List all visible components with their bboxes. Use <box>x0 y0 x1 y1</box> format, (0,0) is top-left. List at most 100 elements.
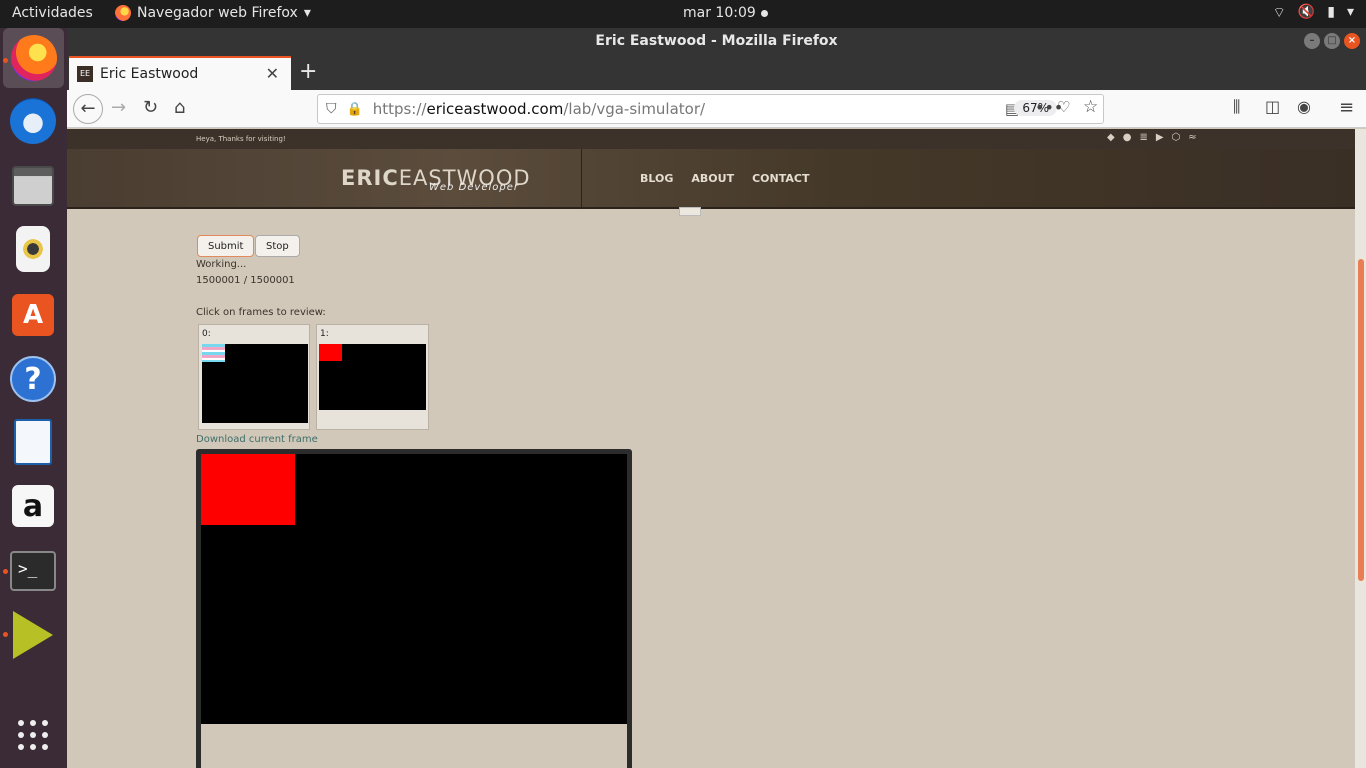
url-scheme: https:// <box>372 100 427 118</box>
frame-label: 1: <box>320 329 329 339</box>
dock-item-firefox[interactable] <box>3 28 64 88</box>
wifi-icon[interactable]: ⌔ <box>1273 4 1286 22</box>
site-header: ERICEASTWOOD Web Developer BLOG ABOUT CO… <box>67 149 1355 209</box>
amazon-icon: a <box>12 485 54 527</box>
tab-title: Eric Eastwood <box>100 66 199 82</box>
clock-label: mar 10:09 <box>683 5 756 21</box>
maximize-icon[interactable]: □ <box>1324 33 1340 49</box>
new-tab-button[interactable]: + <box>299 59 317 84</box>
main-nav: BLOG ABOUT CONTACT <box>640 172 809 185</box>
library-icon[interactable]: ⫼ <box>1233 97 1240 117</box>
thunderbird-icon <box>10 98 56 144</box>
rhythmbox-icon <box>16 226 50 272</box>
address-bar[interactable]: ⛉ 🔒 https://ericeastwood.com/lab/vga-sim… <box>317 94 1104 124</box>
tab-strip: EE Eric Eastwood ✕ + <box>67 56 1366 90</box>
dock-item-terminal[interactable]: >_ <box>8 546 58 596</box>
url-text[interactable]: https://ericeastwood.com/lab/vga-simulat… <box>373 100 705 118</box>
libreoffice-writer-icon <box>14 419 52 465</box>
dock-item-help[interactable]: ? <box>8 354 58 404</box>
navigation-toolbar: ← → ↻ ⌂ ⛉ 🔒 https://ericeastwood.com/lab… <box>67 90 1366 128</box>
reload-button[interactable]: ↻ <box>143 97 158 118</box>
chevron-down-icon: ▾ <box>303 5 311 21</box>
system-menu-icon[interactable]: ▾ <box>1347 4 1354 22</box>
running-indicator <box>3 632 8 637</box>
youtube-icon[interactable]: ▶ <box>1156 132 1164 143</box>
nav-blog[interactable]: BLOG <box>640 172 673 185</box>
dock-item-writer[interactable] <box>8 417 58 467</box>
pocket-icon[interactable]: ♡ <box>1057 98 1070 116</box>
stop-button[interactable]: Stop <box>255 235 300 257</box>
dock-item-software[interactable]: A <box>8 290 58 340</box>
minimize-icon[interactable]: – <box>1304 33 1320 49</box>
help-icon: ? <box>10 356 56 402</box>
logo-tagline: Web Developer <box>429 182 519 193</box>
app-menu[interactable]: Navegador web Firefox ▾ <box>115 5 311 21</box>
site-favicon: EE <box>77 66 93 82</box>
social-links: ◆ ● ≣ ▶ ⬡ ≈ <box>1107 132 1197 143</box>
files-icon <box>12 166 54 206</box>
dock-item-amazon[interactable]: a <box>8 481 58 531</box>
frame-pixel-block <box>319 344 342 361</box>
frames-prompt: Click on frames to review: <box>196 307 326 318</box>
rss-icon[interactable]: ≈ <box>1188 132 1196 143</box>
site-logo[interactable]: ERICEASTWOOD Web Developer <box>341 166 531 193</box>
dock-item-rhythmbox[interactable] <box>8 224 58 274</box>
gitlab-icon[interactable]: ◆ <box>1107 132 1115 143</box>
home-button[interactable]: ⌂ <box>174 97 185 118</box>
dock-item-files[interactable] <box>8 161 58 211</box>
current-frame-viewer <box>196 449 632 768</box>
frame-red-block <box>201 454 295 525</box>
system-tray[interactable]: ⌔ 🔇 ▮ ▾ <box>1273 4 1354 22</box>
stackoverflow-icon[interactable]: ≣ <box>1139 132 1147 143</box>
dock-item-thunderbird[interactable] <box>8 96 58 146</box>
status-text: Working... <box>196 259 247 270</box>
frame-canvas <box>319 344 426 410</box>
lock-icon[interactable]: 🔒 <box>347 102 363 117</box>
url-path: /lab/vga-simulator/ <box>563 100 706 118</box>
bookmark-star-icon[interactable]: ☆ <box>1083 97 1098 117</box>
clipped-input[interactable] <box>679 207 701 216</box>
activities-button[interactable]: Actividades <box>12 5 93 21</box>
frame-thumbnail-1[interactable]: 1: <box>316 324 429 430</box>
tracking-protection-shield-icon[interactable]: ⛉ <box>326 101 337 117</box>
nav-about[interactable]: ABOUT <box>691 172 734 185</box>
running-indicator <box>3 58 8 63</box>
nav-contact[interactable]: CONTACT <box>752 172 809 185</box>
app-menu-label: Navegador web Firefox <box>137 5 298 21</box>
codepen-icon[interactable]: ⬡ <box>1172 132 1181 143</box>
dock: A ? a >_ <box>0 28 67 768</box>
close-tab-icon[interactable]: ✕ <box>266 64 279 83</box>
greeting-text: Heya, Thanks for visiting! <box>196 135 286 143</box>
site-top-strip: Heya, Thanks for visiting! ◆ ● ≣ ▶ ⬡ ≈ <box>67 129 1355 149</box>
download-frame-link[interactable]: Download current frame <box>196 434 318 445</box>
app-grid-icon <box>18 720 48 750</box>
show-applications-button[interactable] <box>8 710 58 760</box>
frame-thumbnail-0[interactable]: 0: <box>198 324 310 430</box>
github-icon[interactable]: ● <box>1123 132 1132 143</box>
firefox-small-icon <box>115 5 131 21</box>
frame-canvas <box>202 344 308 423</box>
sidebar-icon[interactable]: ◫ <box>1265 97 1280 116</box>
url-domain: ericeastwood.com <box>426 100 564 118</box>
close-window-icon[interactable]: × <box>1344 33 1360 49</box>
window-title: Eric Eastwood - Mozilla Firefox <box>595 33 838 49</box>
progress-text: 1500001 / 1500001 <box>196 275 295 286</box>
account-icon[interactable]: ◉ <box>1297 97 1311 116</box>
notification-dot-icon <box>760 9 768 17</box>
clock[interactable]: mar 10:09 <box>683 5 768 21</box>
page-scrollbar[interactable] <box>1355 129 1366 768</box>
submit-button[interactable]: Submit <box>197 235 255 257</box>
logo-bold: ERIC <box>341 166 399 190</box>
window-titlebar: Eric Eastwood - Mozilla Firefox – □ × <box>67 28 1366 56</box>
scrollbar-thumb[interactable] <box>1358 259 1364 581</box>
battery-icon[interactable]: ▮ <box>1327 4 1335 22</box>
dock-item-app[interactable] <box>8 610 58 660</box>
volume-muted-icon[interactable]: 🔇 <box>1298 4 1315 22</box>
tab-eric-eastwood[interactable]: EE Eric Eastwood ✕ <box>69 56 291 90</box>
hamburger-menu-icon[interactable]: ≡ <box>1339 97 1354 118</box>
back-button[interactable]: ← <box>73 94 103 124</box>
forward-button[interactable]: → <box>111 97 126 118</box>
frame-label: 0: <box>202 329 211 339</box>
running-indicator <box>3 569 8 574</box>
top-bar: Actividades Navegador web Firefox ▾ mar … <box>0 0 1366 28</box>
